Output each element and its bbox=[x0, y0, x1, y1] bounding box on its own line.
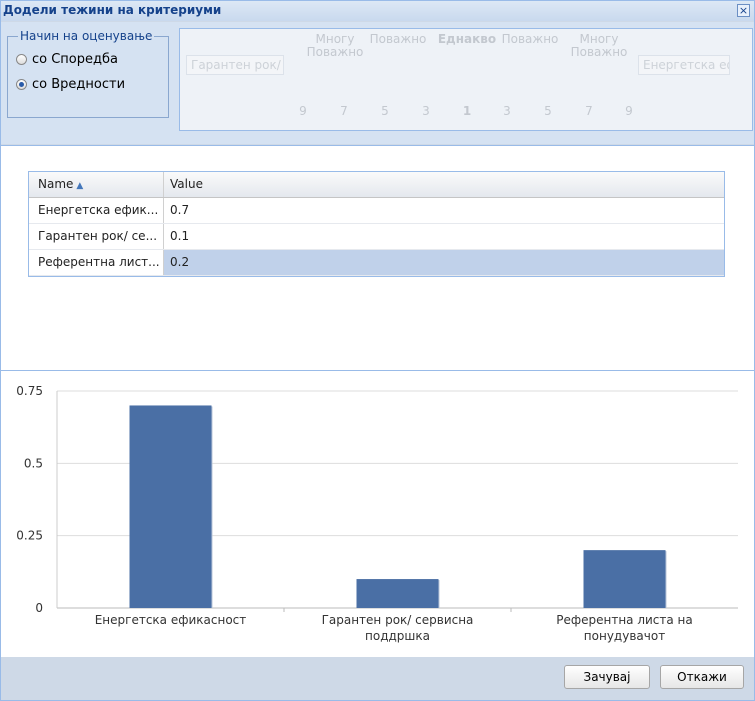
bar bbox=[129, 405, 212, 608]
scale-label-equal: Еднакво bbox=[437, 32, 497, 46]
scale-number[interactable]: 9 bbox=[622, 104, 636, 118]
column-header-name[interactable]: Name ▲ bbox=[29, 172, 164, 197]
scale-number[interactable]: 5 bbox=[541, 104, 555, 118]
table-row[interactable]: Енергетска ефик... 0.7 bbox=[29, 198, 724, 224]
right-criterion-value: Енергетска ефи bbox=[643, 58, 729, 72]
comparison-panel: Гарантен рок/ Енергетска ефи Многу Поваж… bbox=[179, 28, 753, 131]
top-panel: Начин на оценување со Споредба со Вредно… bbox=[1, 22, 754, 144]
x-tick-label: понудувачот bbox=[584, 629, 665, 643]
bar bbox=[583, 550, 666, 608]
y-tick-label: 0.5 bbox=[24, 456, 43, 470]
x-tick-label: Енергетска ефикасност bbox=[95, 613, 247, 627]
weights-grid: Name ▲ Value Енергетска ефик... 0.7 Гаран… bbox=[28, 171, 725, 277]
table-row[interactable]: Референтна лист... 0.2 bbox=[29, 250, 724, 276]
row-name-cell: Гарантен рок/ се... bbox=[29, 224, 164, 249]
scale-label-important-right: Поважно bbox=[501, 32, 559, 46]
y-tick-label: 0.75 bbox=[16, 384, 43, 398]
scale-label-important-left: Поважно bbox=[369, 32, 427, 46]
weights-dialog: Додели тежини на критериуми × Начин на о… bbox=[0, 0, 755, 701]
x-tick-label: Гарантен рок/ сервисна bbox=[322, 613, 474, 627]
row-value-cell[interactable]: 0.7 bbox=[164, 198, 724, 223]
scale-number[interactable]: 7 bbox=[582, 104, 596, 118]
column-header-value[interactable]: Value bbox=[164, 172, 724, 197]
scale-number[interactable]: 7 bbox=[337, 104, 351, 118]
scale-label-much-right: Многу Поважно bbox=[570, 32, 628, 59]
radio-comparison[interactable]: со Споредба bbox=[16, 52, 118, 67]
weights-bar-chart: 0 0.25 0.5 0.75 Енергетска ефикасност Гаранте… bbox=[16, 384, 738, 643]
scale-number[interactable]: 1 bbox=[460, 104, 474, 118]
column-header-value-label: Value bbox=[170, 177, 203, 191]
scale-label-much-left: Многу Поважно bbox=[306, 32, 364, 59]
x-tick-label: Референтна листа на bbox=[556, 613, 693, 627]
weights-grid-panel: Name ▲ Value Енергетска ефик... 0.7 Гаран… bbox=[1, 145, 754, 370]
dialog-footer: Зачувај Откажи bbox=[1, 657, 754, 700]
right-criterion-select[interactable]: Енергетска ефи bbox=[638, 55, 730, 75]
scale-number[interactable]: 3 bbox=[419, 104, 433, 118]
sort-ascending-icon: ▲ bbox=[76, 181, 84, 191]
radio-values-label: со Вредности bbox=[32, 77, 126, 92]
save-button[interactable]: Зачувај bbox=[564, 665, 650, 689]
weights-chart-panel: 0 0.25 0.5 0.75 Енергетска ефикасност Гаранте… bbox=[1, 370, 754, 658]
cancel-button[interactable]: Откажи bbox=[660, 665, 744, 689]
table-row[interactable]: Гарантен рок/ се... 0.1 bbox=[29, 224, 724, 250]
close-icon[interactable]: × bbox=[737, 4, 750, 17]
y-tick-label: 0.25 bbox=[16, 529, 43, 543]
scale-number[interactable]: 9 bbox=[296, 104, 310, 118]
dialog-title: Додели тежини на критериуми bbox=[3, 3, 222, 17]
column-header-name-label: Name bbox=[38, 177, 74, 191]
row-name-cell: Енергетска ефик... bbox=[29, 198, 164, 223]
left-criterion-select[interactable]: Гарантен рок/ bbox=[186, 55, 284, 75]
row-value-cell[interactable]: 0.2 bbox=[164, 250, 724, 275]
radio-values-indicator[interactable] bbox=[16, 79, 27, 90]
row-value-cell[interactable]: 0.1 bbox=[164, 224, 724, 249]
scale-number[interactable]: 5 bbox=[378, 104, 392, 118]
left-criterion-value: Гарантен рок/ bbox=[191, 58, 281, 72]
y-tick-label: 0 bbox=[35, 601, 43, 615]
radio-comparison-label: со Споредба bbox=[32, 52, 118, 67]
row-name-cell: Референтна лист... bbox=[29, 250, 164, 275]
bar bbox=[356, 579, 439, 608]
rating-mode-legend: Начин на оценување bbox=[18, 29, 155, 43]
dialog-titlebar[interactable]: Додели тежини на критериуми × bbox=[1, 1, 754, 21]
grid-header: Name ▲ Value bbox=[29, 172, 724, 198]
rating-mode-fieldset: Начин на оценување со Споредба со Вредно… bbox=[7, 29, 169, 118]
radio-values[interactable]: со Вредности bbox=[16, 77, 125, 92]
scale-number[interactable]: 3 bbox=[500, 104, 514, 118]
x-tick-label: поддршка bbox=[365, 629, 430, 643]
radio-comparison-indicator[interactable] bbox=[16, 54, 27, 65]
